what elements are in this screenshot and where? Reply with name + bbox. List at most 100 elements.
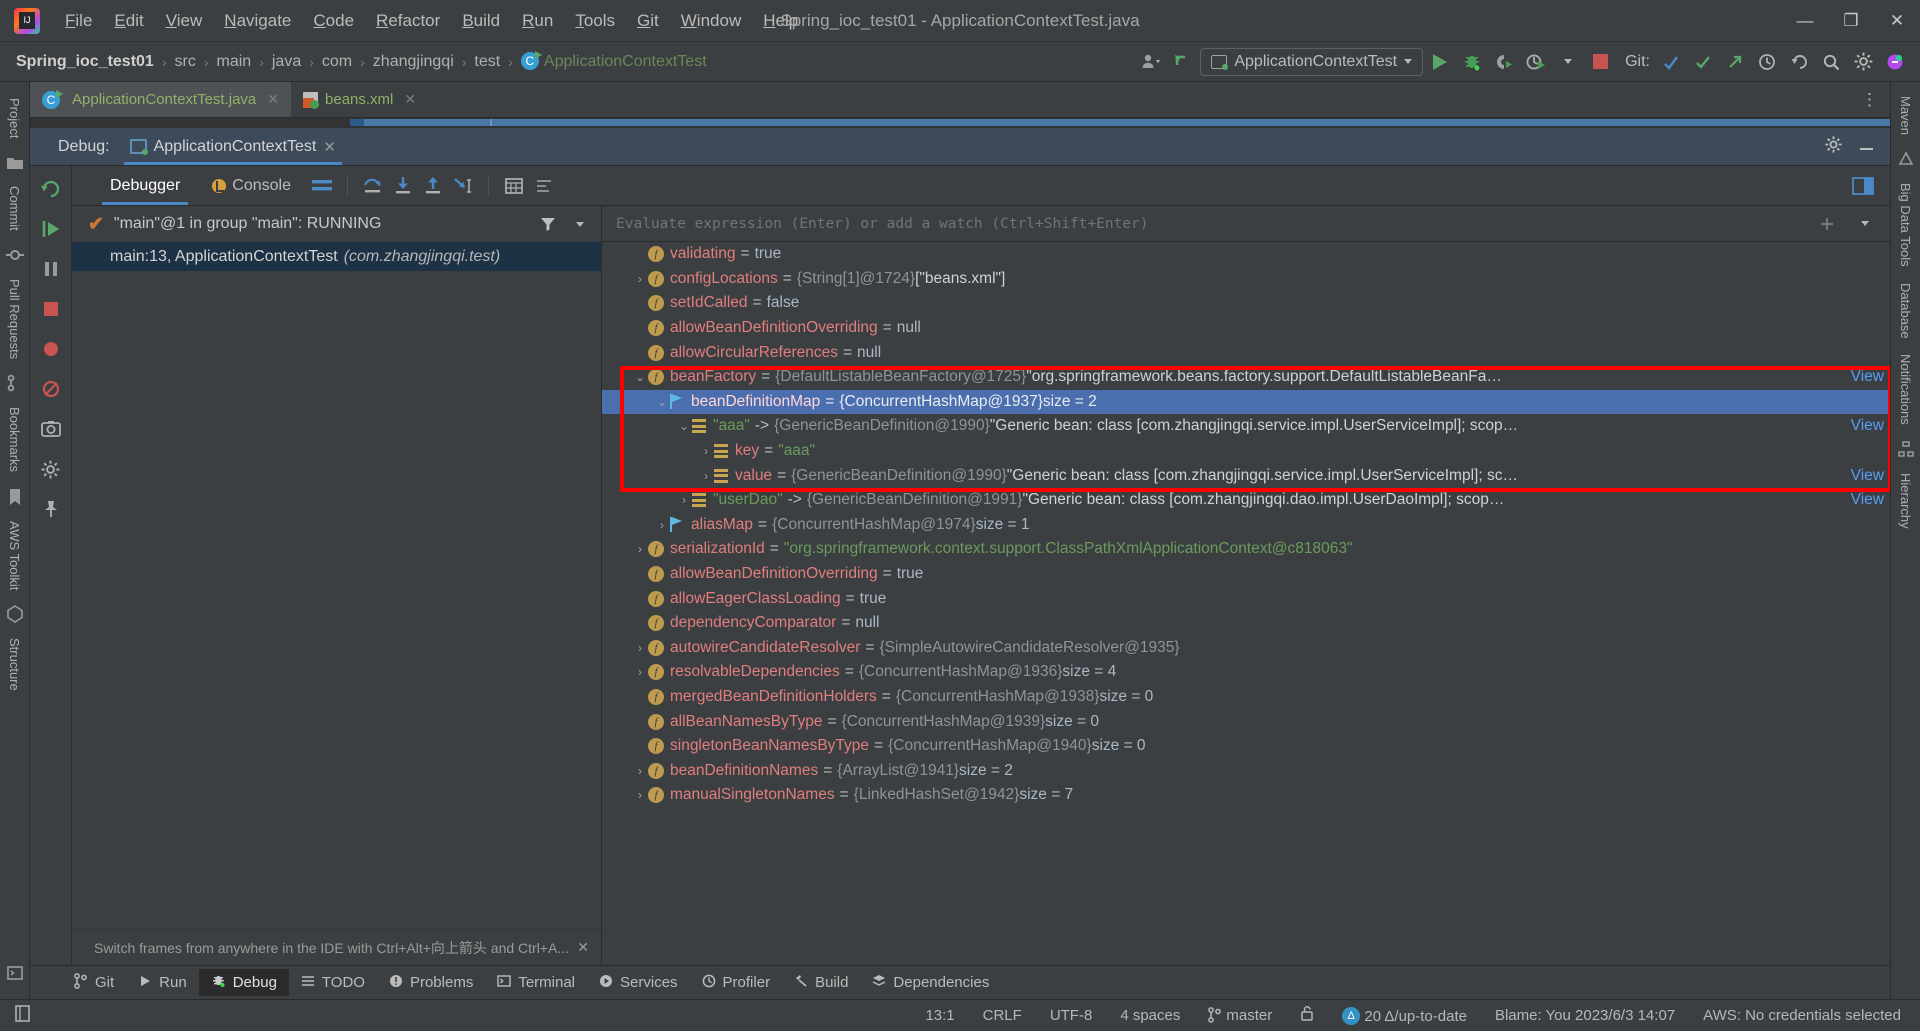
variable-row[interactable]: ·allBeanNamesByType={ConcurrentHashMap@1… [602,709,1890,734]
variable-row[interactable]: ·allowCircularReferences=null [602,340,1890,365]
tool-window-git[interactable]: Git [62,969,126,997]
user-account-icon[interactable] [1136,48,1166,76]
step-over-icon[interactable] [358,173,388,199]
tool-window-dependencies[interactable]: Dependencies [860,970,1001,996]
step-into-icon[interactable] [388,173,418,199]
tool-window-profiler[interactable]: Profiler [690,970,783,996]
hierarchy-icon[interactable] [1895,436,1917,462]
maven-icon[interactable] [1895,146,1917,172]
tab-debugger[interactable]: Debugger [94,166,196,205]
ide-assistant-icon[interactable] [1880,48,1910,76]
file-encoding[interactable]: UTF-8 [1045,1005,1098,1026]
sidebar-item-pull-requests[interactable]: Pull Requests [7,271,22,367]
sidebar-item-big-data-tools[interactable]: Big Data Tools [1898,175,1913,275]
variable-row[interactable]: ⌄beanFactory={DefaultListableBeanFactory… [602,365,1890,390]
sidebar-item-commit[interactable]: Commit [7,178,22,239]
menu-item-file[interactable]: File [54,7,103,35]
chevron-down-icon[interactable]: ⌄ [654,395,670,409]
breadcrumb-item-src[interactable]: src [171,51,200,73]
variable-row[interactable]: ›key="aaa" [602,439,1890,464]
variable-row[interactable]: ›value={GenericBeanDefinition@1990} "Gen… [602,463,1890,488]
variable-row[interactable]: ·dependencyComparator=null [602,611,1890,636]
stop-button[interactable] [1585,48,1615,76]
project-folder-icon[interactable] [4,149,26,175]
resume-program-icon[interactable] [38,216,64,242]
view-value-link[interactable]: View [1851,491,1884,509]
watches-dropdown-icon[interactable] [1850,211,1880,237]
tool-window-build[interactable]: Build [782,970,860,996]
menu-item-view[interactable]: View [155,7,214,35]
maximize-button[interactable]: ❐ [1828,0,1874,41]
chevron-down-icon[interactable]: ⌄ [632,370,648,384]
aws-icon[interactable] [4,601,26,627]
breadcrumb-item-applicationcontexttest[interactable]: ApplicationContextTest [517,50,711,73]
variable-row[interactable]: ·validating=true [602,242,1890,267]
frames-list[interactable]: main:13, ApplicationContextTest(com.zhan… [72,242,601,929]
variable-row[interactable]: ›configLocations={String[1]@1724} ["bean… [602,267,1890,292]
chevron-right-icon[interactable]: › [654,518,670,532]
menu-item-help[interactable]: Help [752,7,809,35]
sidebar-item-project[interactable]: Project [7,90,22,146]
tool-window-debug[interactable]: Debug [199,969,289,996]
evaluate-expression-bar[interactable]: Evaluate expression (Enter) or add a wat… [602,206,1890,242]
minimize-button[interactable]: — [1782,0,1828,41]
variable-row[interactable]: ›beanDefinitionNames={ArrayList@1941} si… [602,758,1890,783]
git-branch-widget[interactable]: master [1203,1005,1277,1026]
tool-window-run[interactable]: Run [126,970,199,996]
menu-item-build[interactable]: Build [451,7,511,35]
commit-icon[interactable] [4,242,26,268]
menu-item-tools[interactable]: Tools [564,7,626,35]
editor-tab-options-icon[interactable]: ⋮ [1861,82,1890,117]
tool-window-terminal[interactable]: Terminal [485,970,587,996]
screenshot-icon[interactable] [38,416,64,442]
chevron-right-icon[interactable]: › [632,788,648,802]
pause-program-icon[interactable] [38,256,64,282]
close-icon[interactable]: ✕ [323,138,336,156]
chevron-right-icon[interactable]: › [632,272,648,286]
close-button[interactable]: ✕ [1874,0,1920,41]
variable-row[interactable]: ·allowBeanDefinitionOverriding=null [602,316,1890,341]
chevron-right-icon[interactable]: › [632,764,648,778]
debug-button[interactable] [1457,48,1487,76]
filter-icon[interactable] [537,213,559,235]
evaluate-input[interactable]: Evaluate expression (Enter) or add a wat… [616,216,1804,232]
chevron-right-icon[interactable]: › [632,665,648,679]
close-icon[interactable]: ✕ [404,91,416,108]
chevron-right-icon[interactable]: › [676,493,692,507]
run-button[interactable] [1425,48,1455,76]
chevron-right-icon[interactable]: › [632,542,648,556]
thread-selector[interactable]: ✔ "main"@1 in group "main": RUNNING [88,213,527,236]
chevron-right-icon[interactable]: › [632,641,648,655]
git-push-icon[interactable] [1720,48,1750,76]
menu-item-edit[interactable]: Edit [103,7,154,35]
layout-settings-icon[interactable] [307,173,337,199]
toggle-navbar-icon[interactable] [14,1004,31,1027]
update-project-icon[interactable] [1168,48,1198,76]
menu-item-git[interactable]: Git [626,7,670,35]
settings-gear-icon[interactable] [1824,135,1843,159]
variable-row[interactable]: ›serializationId="org.springframework.co… [602,537,1890,562]
sidebar-item-maven[interactable]: Maven [1898,88,1913,143]
terminal-rail-icon[interactable] [4,960,26,986]
variable-row[interactable]: ⌄"aaa"->{GenericBeanDefinition@1990} "Ge… [602,414,1890,439]
sidebar-item-bookmarks[interactable]: Bookmarks [7,399,22,480]
mute-breakpoints-icon[interactable] [38,376,64,402]
variable-row[interactable]: ⌄beanDefinitionMap={ConcurrentHashMap@19… [602,390,1890,415]
view-value-link[interactable]: View [1851,417,1884,435]
variable-row[interactable]: ›"userDao"->{GenericBeanDefinition@1991}… [602,488,1890,513]
breadcrumb-item-spring_ioc_test01[interactable]: Spring_ioc_test01 [12,51,158,73]
run-to-cursor-icon[interactable] [448,173,478,199]
sidebar-item-aws-toolkit[interactable]: AWS Toolkit [7,513,22,598]
variable-row[interactable]: ›aliasMap={ConcurrentHashMap@1974} size … [602,513,1890,538]
variable-row[interactable]: ›autowireCandidateResolver={SimpleAutowi… [602,636,1890,661]
view-value-link[interactable]: View [1851,467,1884,485]
view-value-link[interactable]: View [1851,368,1884,386]
git-history-icon[interactable] [1752,48,1782,76]
editor-tab-application-context-test[interactable]: ApplicationContextTest.java ✕ [30,82,291,117]
variable-row[interactable]: ·mergedBeanDefinitionHolders={Concurrent… [602,685,1890,710]
tab-console[interactable]: Console [196,166,307,205]
pin-tab-icon[interactable] [38,496,64,522]
menu-item-navigate[interactable]: Navigate [213,7,302,35]
view-breakpoints-icon[interactable] [38,336,64,362]
updates-widget[interactable]: 20 Δ/up-to-date [1337,1005,1472,1027]
